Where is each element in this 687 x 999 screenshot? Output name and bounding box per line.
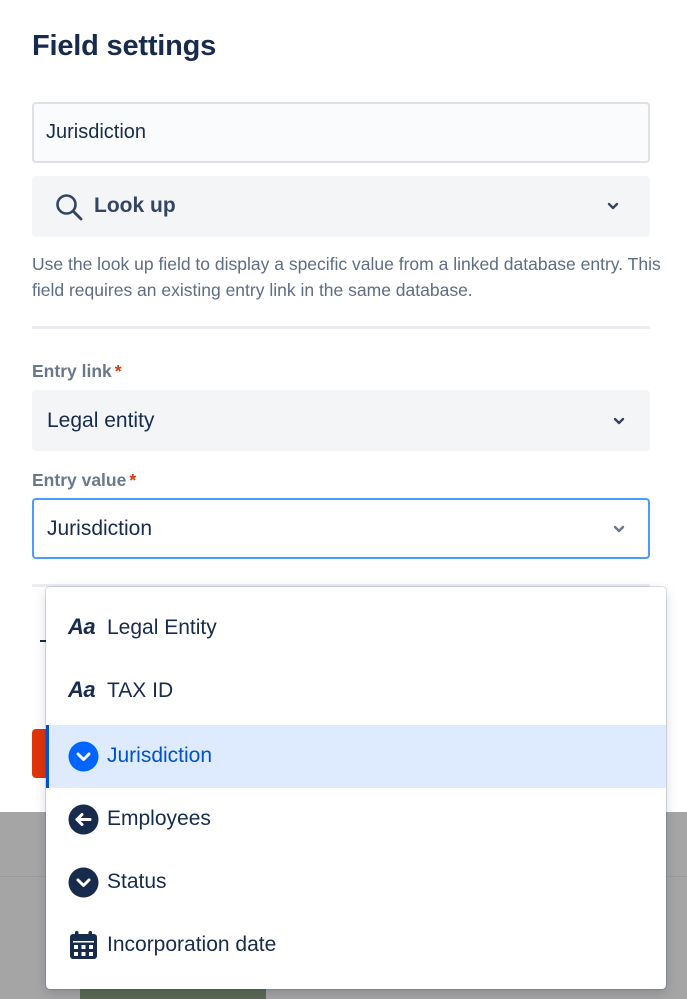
dropdown-option-label: Incorporation date bbox=[107, 933, 277, 956]
dropdown-option-tax-id[interactable]: Aa TAX ID bbox=[46, 660, 666, 723]
field-type-help-text: Use the look up field to display a speci… bbox=[32, 254, 661, 300]
search-icon bbox=[56, 194, 83, 221]
entry-value-value: Jurisdiction bbox=[47, 517, 153, 540]
field-type-select[interactable]: Look up bbox=[32, 176, 650, 237]
dropdown-option-label: Jurisdiction bbox=[107, 744, 213, 767]
link-type-icon bbox=[68, 804, 99, 835]
dropdown-option-label: Status bbox=[107, 870, 167, 893]
field-name-input[interactable] bbox=[32, 102, 650, 163]
text-type-icon: Aa bbox=[68, 614, 96, 639]
required-marker: * bbox=[114, 361, 122, 381]
section-divider bbox=[32, 326, 650, 329]
calendar-icon bbox=[70, 931, 97, 959]
dropdown-option-label: TAX ID bbox=[107, 679, 174, 702]
entry-link-label-text: Entry link bbox=[32, 361, 112, 381]
dropdown-option-employees[interactable]: Employees bbox=[46, 788, 666, 851]
select-type-icon bbox=[68, 867, 99, 898]
entry-value-label-text: Entry value bbox=[32, 470, 127, 490]
entry-link-label: Entry link * bbox=[32, 361, 122, 382]
text-type-icon: Aa bbox=[68, 677, 96, 702]
entry-value-select[interactable]: Jurisdiction bbox=[32, 498, 650, 559]
entry-link-value: Legal entity bbox=[47, 409, 155, 432]
dropdown-option-label: Employees bbox=[107, 807, 211, 830]
dropdown-option-legal-entity[interactable]: Aa Legal Entity bbox=[46, 597, 666, 660]
required-marker: * bbox=[129, 470, 137, 490]
entry-value-label: Entry value * bbox=[32, 470, 136, 491]
field-type-label: Look up bbox=[94, 194, 176, 217]
dropdown-option-label: Legal Entity bbox=[107, 616, 217, 639]
dropdown-option-jurisdiction[interactable]: Jurisdiction bbox=[46, 725, 666, 788]
entry-link-select[interactable]: Legal entity bbox=[32, 390, 650, 451]
chevron-down-icon bbox=[613, 417, 625, 425]
chevron-down-icon bbox=[607, 202, 619, 210]
entry-value-dropdown-menu: Aa Legal Entity Aa TAX ID Jurisdiction E… bbox=[46, 587, 666, 989]
dropdown-option-incorporation-date[interactable]: Incorporation date bbox=[46, 914, 666, 977]
chevron-down-icon bbox=[613, 525, 625, 533]
select-type-icon bbox=[68, 741, 99, 772]
dropdown-option-status[interactable]: Status bbox=[46, 851, 666, 914]
page-title: Field settings bbox=[32, 30, 217, 62]
